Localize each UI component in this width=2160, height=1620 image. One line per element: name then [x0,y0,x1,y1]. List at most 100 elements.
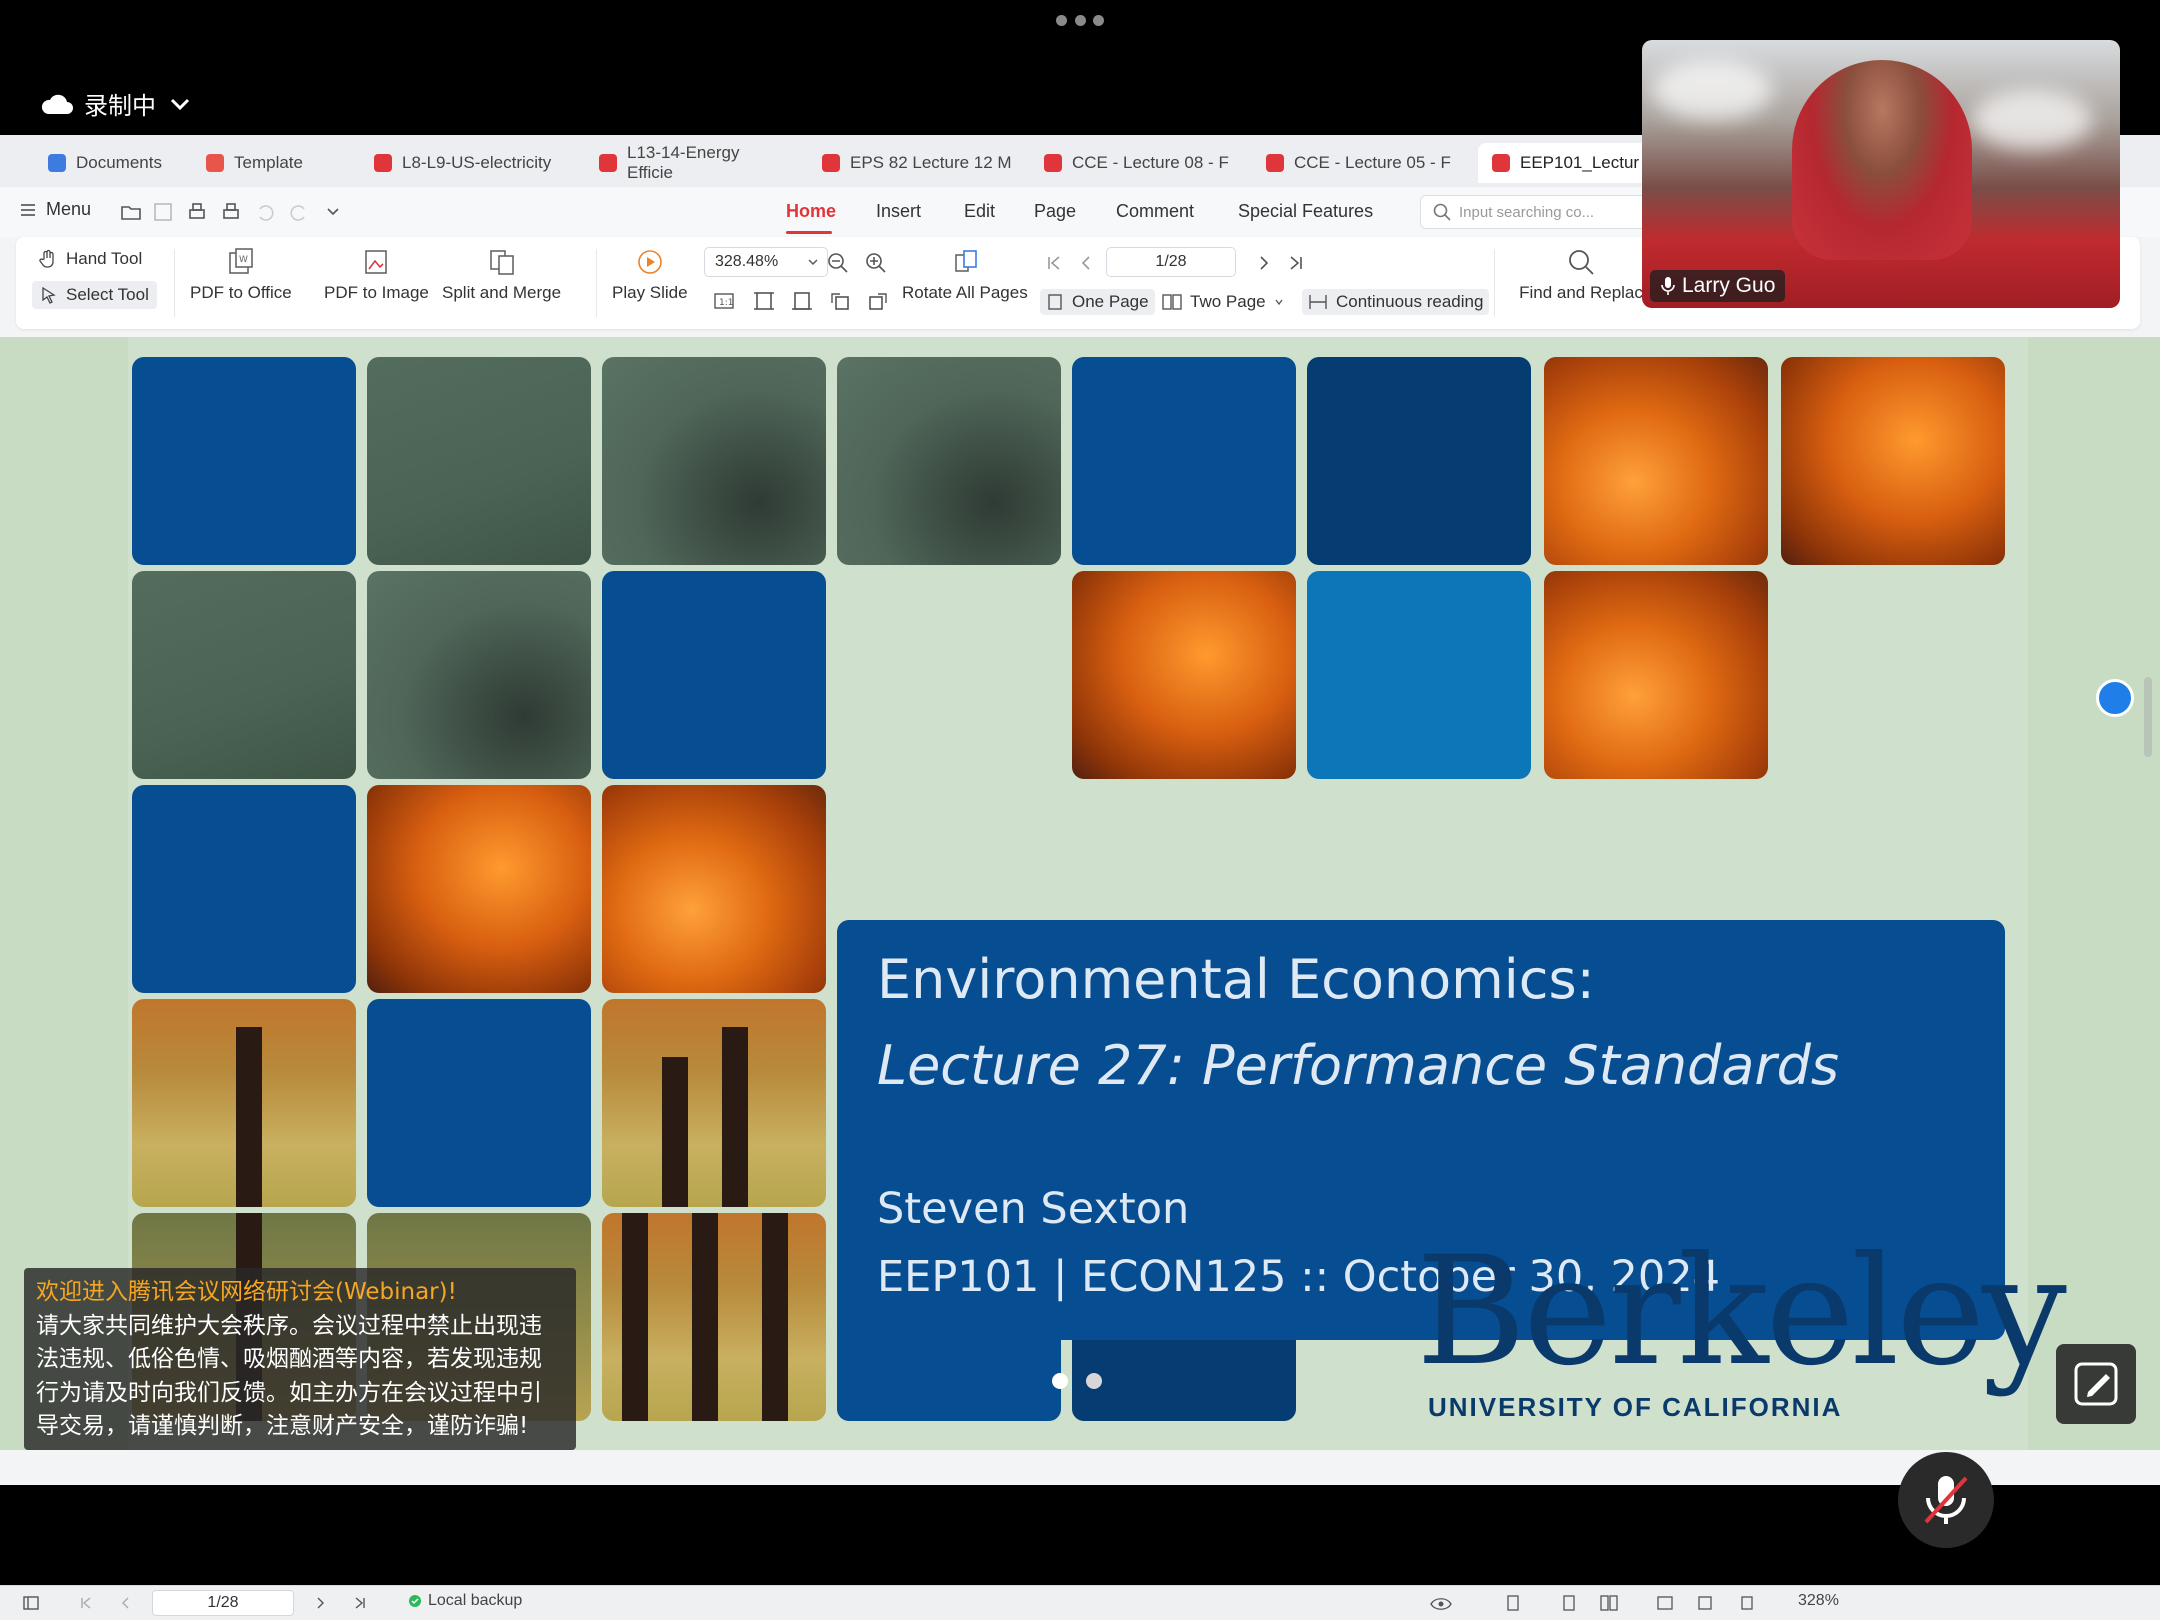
search-input[interactable]: Input searching co... [1420,195,1650,229]
zoom-select[interactable]: 328.48% [704,247,828,277]
tab-cce-05[interactable]: CCE - Lecture 05 - F [1252,143,1470,183]
slide-tile [602,785,826,993]
print-preview-icon[interactable] [220,201,242,223]
open-folder-icon[interactable] [120,201,142,223]
play-slide-button[interactable]: Play Slide [612,247,688,303]
local-backup-status[interactable]: Local backup [408,1592,522,1610]
zoom-out-icon[interactable] [826,251,850,275]
hand-icon [39,249,54,268]
tab-documents[interactable]: Documents [34,143,176,183]
two-page-icon [1162,294,1182,310]
tab-special-features[interactable]: Special Features [1238,201,1373,222]
tab-edit[interactable]: Edit [964,201,995,222]
first-page-icon[interactable] [1042,251,1066,275]
slide-tile [602,1213,826,1421]
tab-cce-08[interactable]: CCE - Lecture 08 - F [1030,143,1248,183]
one-page-button[interactable]: One Page [1040,289,1155,315]
tab-label: EEP101_Lectur [1520,153,1640,172]
hand-tool-button[interactable]: Hand Tool [38,249,142,269]
fit-page-icon[interactable] [1504,1594,1522,1612]
actual-size-icon[interactable]: 1:1 [712,289,736,313]
fit-width-icon[interactable] [1696,1594,1714,1612]
check-circle-icon [409,1595,421,1607]
tab-eps82[interactable]: EPS 82 Lecture 12 M [808,143,1026,183]
toolbar-divider [1494,249,1495,317]
rotate-pages-icon [955,250,977,272]
page-number-input[interactable]: 1/28 [1106,247,1236,277]
notice-line: 请大家共同维护大会秩序。会议过程中禁止出现违 [36,1312,542,1339]
last-page-icon[interactable] [1284,251,1308,275]
select-tool-button[interactable]: Select Tool [32,281,157,309]
first-page-icon[interactable] [78,1595,94,1611]
next-page-icon[interactable] [312,1595,328,1611]
participant-video[interactable]: Larry Guo [1642,40,2120,308]
annotate-button[interactable] [2056,1344,2136,1424]
chevron-down-icon[interactable] [322,201,344,223]
page-number-value: 1/28 [1155,253,1187,270]
continuous-reading-button[interactable]: Continuous reading [1302,289,1490,315]
two-page-button[interactable]: Two Page [1162,292,1284,312]
eye-icon[interactable] [1430,1596,1452,1612]
save-icon[interactable] [152,201,174,223]
active-tab-indicator [786,231,832,234]
tab-page[interactable]: Page [1034,201,1076,222]
tab-insert[interactable]: Insert [876,201,921,222]
template-icon [206,154,224,172]
print-icon[interactable] [186,201,208,223]
rotate-left-icon[interactable] [828,289,852,313]
actual-size-icon[interactable] [1738,1594,1756,1612]
pdf-icon [1044,154,1062,172]
berkeley-logo: Berkeley [1416,1225,2067,1399]
pdf-to-office-label: PDF to Office [190,283,292,302]
slide-tile [1307,357,1531,565]
undo-icon[interactable] [254,201,276,223]
previous-page-icon[interactable] [118,1595,134,1611]
continuous-label: Continuous reading [1336,292,1484,311]
sidebar-toggle-icon[interactable] [22,1594,40,1612]
tab-home[interactable]: Home [786,201,836,222]
slide-tile [1072,357,1296,565]
next-page-icon[interactable] [1252,251,1276,275]
tab-l8-l9[interactable]: L8-L9-US-electricity [360,143,578,183]
toolbar-divider [174,249,175,317]
status-zoom-select[interactable]: 328% [1798,1592,1839,1610]
status-page-value: 1/28 [207,1594,239,1611]
previous-page-icon[interactable] [1074,251,1098,275]
folder-icon [48,154,66,172]
recording-status[interactable]: 录制中 [40,86,190,121]
toolbar-divider [596,249,597,317]
assistant-float-button[interactable] [2096,679,2134,717]
redo-icon[interactable] [288,201,310,223]
tab-eep101[interactable]: EEP101_Lectur [1478,143,1648,183]
find-and-replace-button[interactable]: Find and Replac [1516,247,1646,303]
zoom-in-icon[interactable] [864,251,888,275]
mute-microphone-button[interactable] [1898,1452,1994,1548]
svg-text:1:1: 1:1 [719,298,733,308]
status-page-input[interactable]: 1/28 [152,1590,294,1616]
more-options-icon[interactable] [1056,12,1104,28]
one-page-label: One Page [1072,292,1149,311]
pencil-box-icon [2074,1362,2118,1406]
single-page-icon[interactable] [1560,1594,1578,1612]
fit-page-icon[interactable] [752,289,776,313]
tab-label: L13-14-Energy Efficie [627,143,740,182]
carousel-indicator[interactable] [1052,1373,1102,1389]
tab-l13-14[interactable]: L13-14-Energy Efficie [585,143,803,183]
continuous-icon [1309,295,1327,309]
pdf-to-image-button[interactable]: PDF to Image [324,247,429,303]
tab-comment[interactable]: Comment [1116,201,1194,222]
split-and-merge-button[interactable]: Split and Merge [442,247,561,303]
single-page-icon [1048,294,1062,310]
last-page-icon[interactable] [352,1595,368,1611]
tab-template[interactable]: Template [192,143,317,183]
rotate-right-icon[interactable] [866,289,890,313]
two-page-icon[interactable] [1600,1594,1618,1612]
menu-button[interactable]: Menu [20,199,91,220]
pdf-to-image-icon [365,250,388,274]
pdf-to-office-button[interactable]: W PDF to Office [190,247,292,303]
rotate-all-pages-button[interactable]: Rotate All Pages [902,247,1028,303]
vertical-scrollbar[interactable] [2144,677,2152,757]
book-view-icon[interactable] [1656,1594,1674,1612]
slide-tile [367,357,591,565]
fit-width-icon[interactable] [790,289,814,313]
